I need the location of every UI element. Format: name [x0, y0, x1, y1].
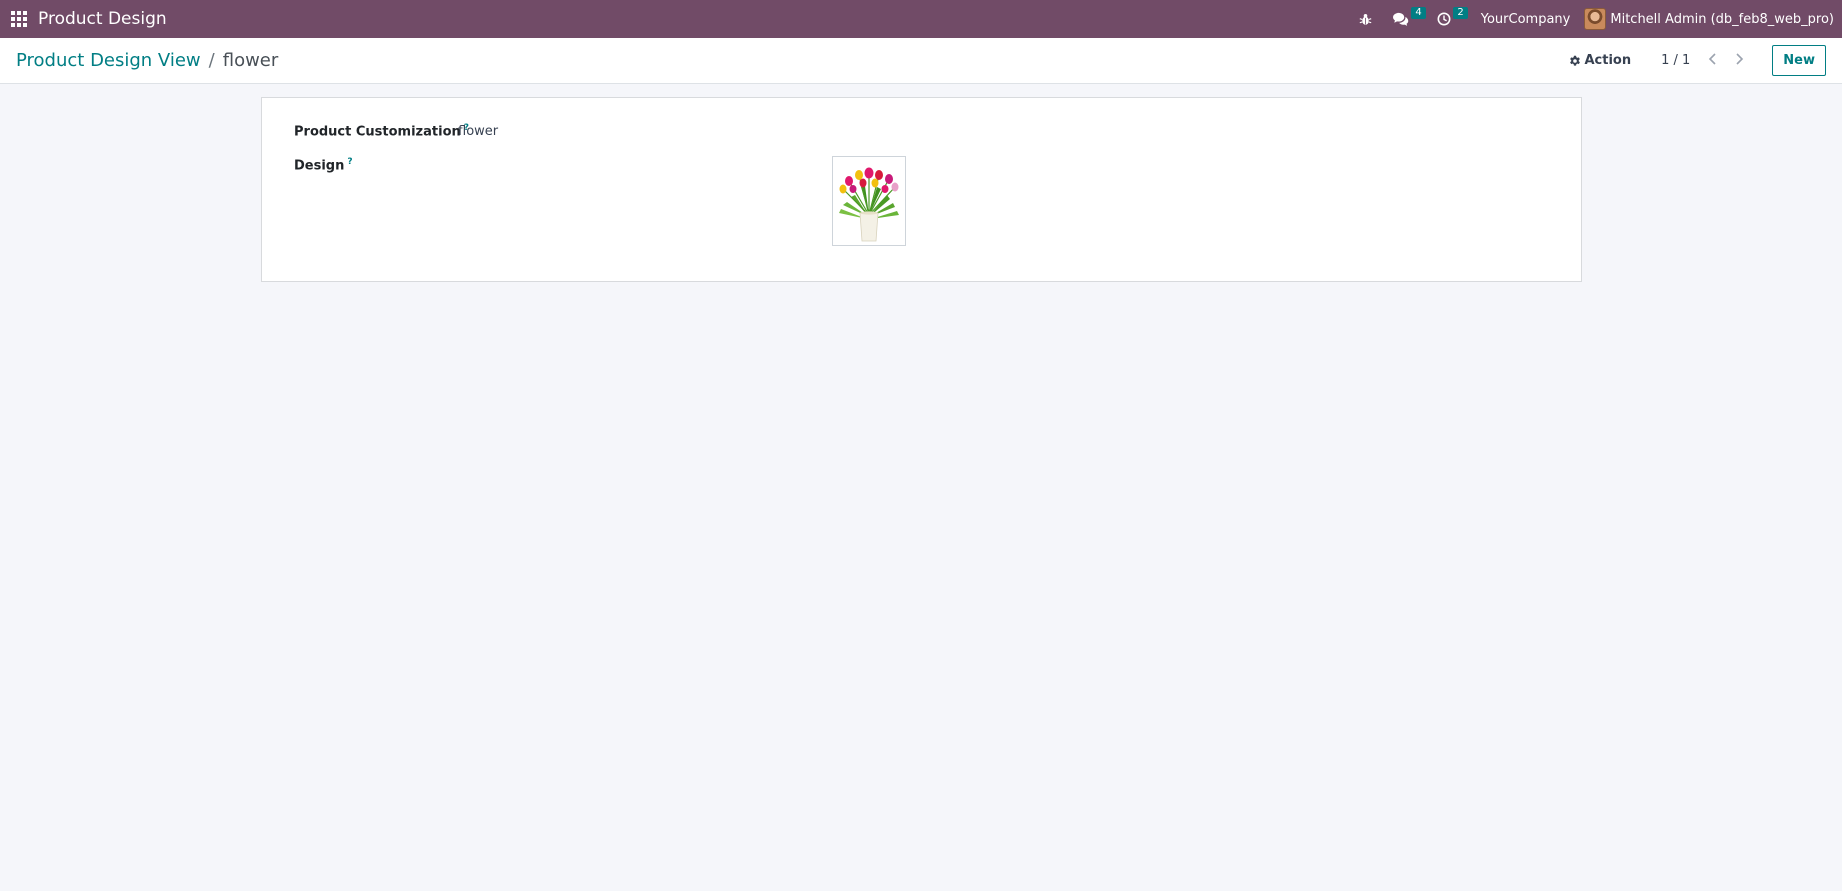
activities-button[interactable]: 2: [1427, 0, 1469, 38]
pager-next-button[interactable]: [1731, 52, 1748, 69]
activities-badge: 2: [1453, 7, 1468, 19]
user-name: Mitchell Admin (db_feb8_web_pro): [1610, 11, 1834, 27]
breadcrumb-current: flower: [222, 50, 279, 71]
customization-label: Product Customization?: [294, 123, 469, 139]
form-sheet: Product Customization? flower Design?: [261, 97, 1582, 282]
company-switcher[interactable]: YourCompany: [1469, 12, 1585, 27]
action-menu-button[interactable]: Action: [1569, 53, 1631, 68]
user-menu[interactable]: Mitchell Admin (db_feb8_web_pro): [1584, 8, 1834, 30]
pager-value[interactable]: 1 / 1: [1661, 53, 1690, 68]
messages-button[interactable]: 4: [1382, 0, 1427, 38]
clock-icon: [1437, 12, 1451, 26]
gear-icon: [1570, 55, 1581, 66]
debug-button[interactable]: [1349, 0, 1382, 38]
flower-vase-image: [833, 157, 905, 245]
action-label: Action: [1584, 53, 1632, 68]
design-label-text: Design: [294, 158, 345, 174]
customization-label-text: Product Customization: [294, 124, 461, 140]
new-button[interactable]: New: [1772, 45, 1826, 76]
chevron-right-icon: [1736, 52, 1744, 65]
navbar-systray: 4 2 YourCompany Mitchell Admin (db_feb8_…: [1349, 0, 1842, 38]
comments-icon: [1392, 12, 1409, 26]
pager-previous-button[interactable]: [1704, 52, 1721, 69]
app-name[interactable]: Product Design: [38, 9, 167, 29]
bug-icon: [1359, 13, 1372, 25]
breadcrumb-separator: /: [208, 50, 215, 71]
avatar: [1584, 8, 1607, 30]
chevron-left-icon: [1709, 52, 1716, 65]
design-label: Design?: [294, 157, 353, 173]
control-panel: Product Design View / flower Action 1 / …: [0, 38, 1842, 84]
messages-badge: 4: [1411, 7, 1426, 19]
apps-grid-icon: [11, 11, 27, 27]
design-help-icon[interactable]: ?: [347, 157, 352, 167]
design-image-field[interactable]: [832, 156, 906, 246]
pager: 1 / 1: [1661, 52, 1748, 69]
top-navbar: Product Design 4 2 YourCompany Mitchell …: [0, 0, 1842, 38]
breadcrumb: Product Design View / flower: [16, 50, 278, 71]
breadcrumb-parent-link[interactable]: Product Design View: [16, 50, 201, 71]
customization-field[interactable]: flower: [458, 124, 498, 139]
apps-menu-button[interactable]: [0, 0, 38, 38]
